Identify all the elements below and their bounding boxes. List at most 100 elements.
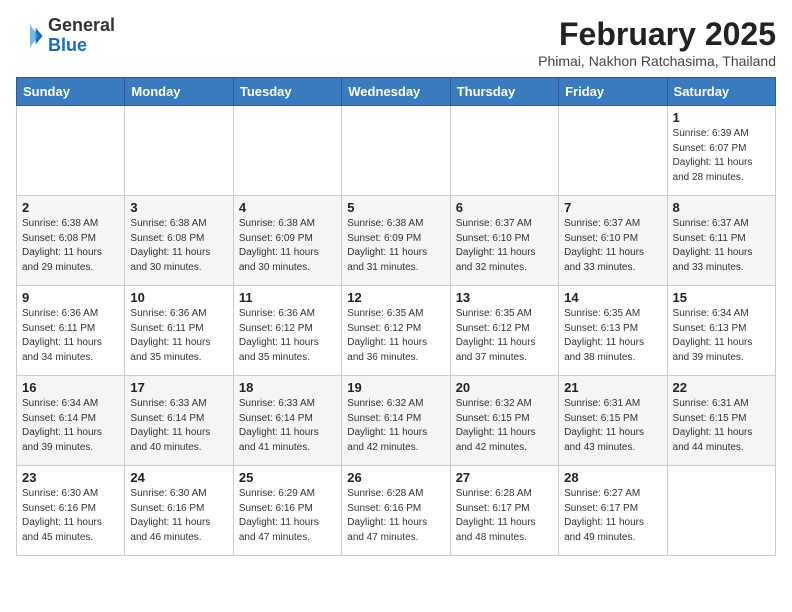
- day-number: 21: [564, 380, 661, 395]
- calendar-cell: [667, 466, 775, 556]
- calendar-cell: 15 Sunrise: 6:34 AM Sunset: 6:13 PM Dayli…: [667, 286, 775, 376]
- calendar-cell: 16 Sunrise: 6:34 AM Sunset: 6:14 PM Dayli…: [17, 376, 125, 466]
- col-tuesday: Tuesday: [233, 78, 341, 106]
- day-number: 16: [22, 380, 119, 395]
- calendar-body: 1 Sunrise: 6:39 AM Sunset: 6:07 PM Daylig…: [17, 106, 776, 556]
- page-header: General Blue February 2025 Phimai, Nakho…: [16, 16, 776, 69]
- day-number: 27: [456, 470, 553, 485]
- day-number: 17: [130, 380, 227, 395]
- calendar-cell: 1 Sunrise: 6:39 AM Sunset: 6:07 PM Daylig…: [667, 106, 775, 196]
- calendar-week-5: 23 Sunrise: 6:30 AM Sunset: 6:16 PM Dayli…: [17, 466, 776, 556]
- day-number: 22: [673, 380, 770, 395]
- day-info: Sunrise: 6:33 AM Sunset: 6:14 PM Dayligh…: [239, 397, 336, 455]
- calendar-cell: 5Sunrise: 6:38 AM Sunset: 6:09 PM Daylig…: [342, 196, 450, 286]
- day-info: Sunrise: 6:34 AM Sunset: 6:14 PM Dayligh…: [22, 397, 119, 455]
- calendar-cell: 14 Sunrise: 6:35 AM Sunset: 6:13 PM Dayli…: [559, 286, 667, 376]
- day-info: Sunrise: 6:38 AM Sunset: 6:09 PM Dayligh…: [239, 217, 336, 275]
- calendar-cell: 9 Sunrise: 6:36 AM Sunset: 6:11 PM Daylig…: [17, 286, 125, 376]
- day-number: 25: [239, 470, 336, 485]
- day-info: Sunrise: 6:36 AM Sunset: 6:11 PM Dayligh…: [130, 307, 227, 365]
- day-number: 28: [564, 470, 661, 485]
- day-number: 24: [130, 470, 227, 485]
- day-info: Sunrise: 6:31 AM Sunset: 6:15 PM Dayligh…: [564, 397, 661, 455]
- day-number: 5: [347, 200, 444, 215]
- calendar-cell: 12 Sunrise: 6:35 AM Sunset: 6:12 PM Dayli…: [342, 286, 450, 376]
- calendar-header: Sunday Monday Tuesday Wednesday Thursday…: [17, 78, 776, 106]
- logo: General Blue: [16, 16, 115, 56]
- calendar-cell: [233, 106, 341, 196]
- logo-general-text: General: [48, 15, 115, 35]
- day-number: 7: [564, 200, 661, 215]
- calendar-cell: 27 Sunrise: 6:28 AM Sunset: 6:17 PM Dayli…: [450, 466, 558, 556]
- calendar-week-3: 9 Sunrise: 6:36 AM Sunset: 6:11 PM Daylig…: [17, 286, 776, 376]
- day-info: Sunrise: 6:30 AM Sunset: 6:16 PM Dayligh…: [22, 487, 119, 545]
- day-info: Sunrise: 6:37 AM Sunset: 6:11 PM Dayligh…: [673, 217, 770, 275]
- day-number: 19: [347, 380, 444, 395]
- month-title: February 2025: [538, 16, 776, 53]
- day-info: Sunrise: 6:36 AM Sunset: 6:11 PM Dayligh…: [22, 307, 119, 365]
- day-info: Sunrise: 6:32 AM Sunset: 6:14 PM Dayligh…: [347, 397, 444, 455]
- calendar-cell: 20Sunrise: 6:32 AM Sunset: 6:15 PM Dayli…: [450, 376, 558, 466]
- day-info: Sunrise: 6:27 AM Sunset: 6:17 PM Dayligh…: [564, 487, 661, 545]
- day-info: Sunrise: 6:38 AM Sunset: 6:08 PM Dayligh…: [22, 217, 119, 275]
- day-number: 15: [673, 290, 770, 305]
- col-friday: Friday: [559, 78, 667, 106]
- day-info: Sunrise: 6:39 AM Sunset: 6:07 PM Dayligh…: [673, 127, 770, 185]
- calendar-cell: 7 Sunrise: 6:37 AM Sunset: 6:10 PM Daylig…: [559, 196, 667, 286]
- day-info: Sunrise: 6:28 AM Sunset: 6:16 PM Dayligh…: [347, 487, 444, 545]
- calendar-cell: 23 Sunrise: 6:30 AM Sunset: 6:16 PM Dayli…: [17, 466, 125, 556]
- day-number: 4: [239, 200, 336, 215]
- location: Phimai, Nakhon Ratchasima, Thailand: [538, 53, 776, 69]
- calendar-cell: 17Sunrise: 6:33 AM Sunset: 6:14 PM Dayli…: [125, 376, 233, 466]
- day-info: Sunrise: 6:29 AM Sunset: 6:16 PM Dayligh…: [239, 487, 336, 545]
- day-info: Sunrise: 6:35 AM Sunset: 6:13 PM Dayligh…: [564, 307, 661, 365]
- day-number: 6: [456, 200, 553, 215]
- calendar-cell: 8Sunrise: 6:37 AM Sunset: 6:11 PM Daylig…: [667, 196, 775, 286]
- day-info: Sunrise: 6:31 AM Sunset: 6:15 PM Dayligh…: [673, 397, 770, 455]
- calendar-cell: [559, 106, 667, 196]
- day-info: Sunrise: 6:28 AM Sunset: 6:17 PM Dayligh…: [456, 487, 553, 545]
- col-sunday: Sunday: [17, 78, 125, 106]
- day-info: Sunrise: 6:37 AM Sunset: 6:10 PM Dayligh…: [456, 217, 553, 275]
- col-monday: Monday: [125, 78, 233, 106]
- calendar-cell: 22 Sunrise: 6:31 AM Sunset: 6:15 PM Dayli…: [667, 376, 775, 466]
- logo-blue-text: Blue: [48, 35, 87, 55]
- calendar-cell: [450, 106, 558, 196]
- day-info: Sunrise: 6:36 AM Sunset: 6:12 PM Dayligh…: [239, 307, 336, 365]
- calendar-cell: 26Sunrise: 6:28 AM Sunset: 6:16 PM Dayli…: [342, 466, 450, 556]
- day-number: 9: [22, 290, 119, 305]
- day-info: Sunrise: 6:30 AM Sunset: 6:16 PM Dayligh…: [130, 487, 227, 545]
- day-number: 3: [130, 200, 227, 215]
- col-wednesday: Wednesday: [342, 78, 450, 106]
- calendar-cell: 24 Sunrise: 6:30 AM Sunset: 6:16 PM Dayli…: [125, 466, 233, 556]
- calendar-cell: [125, 106, 233, 196]
- day-number: 23: [22, 470, 119, 485]
- col-saturday: Saturday: [667, 78, 775, 106]
- day-number: 1: [673, 110, 770, 125]
- calendar-cell: 11 Sunrise: 6:36 AM Sunset: 6:12 PM Dayli…: [233, 286, 341, 376]
- calendar-cell: 25 Sunrise: 6:29 AM Sunset: 6:16 PM Dayli…: [233, 466, 341, 556]
- calendar-cell: [17, 106, 125, 196]
- calendar-cell: 13Sunrise: 6:35 AM Sunset: 6:12 PM Dayli…: [450, 286, 558, 376]
- day-info: Sunrise: 6:38 AM Sunset: 6:08 PM Dayligh…: [130, 217, 227, 275]
- logo-icon: [16, 22, 44, 50]
- day-number: 13: [456, 290, 553, 305]
- calendar-table: Sunday Monday Tuesday Wednesday Thursday…: [16, 77, 776, 556]
- calendar-cell: 10Sunrise: 6:36 AM Sunset: 6:11 PM Dayli…: [125, 286, 233, 376]
- calendar-cell: 18 Sunrise: 6:33 AM Sunset: 6:14 PM Dayli…: [233, 376, 341, 466]
- col-thursday: Thursday: [450, 78, 558, 106]
- day-number: 14: [564, 290, 661, 305]
- day-number: 12: [347, 290, 444, 305]
- day-info: Sunrise: 6:35 AM Sunset: 6:12 PM Dayligh…: [347, 307, 444, 365]
- calendar-week-4: 16 Sunrise: 6:34 AM Sunset: 6:14 PM Dayli…: [17, 376, 776, 466]
- day-info: Sunrise: 6:37 AM Sunset: 6:10 PM Dayligh…: [564, 217, 661, 275]
- calendar-cell: 19 Sunrise: 6:32 AM Sunset: 6:14 PM Dayli…: [342, 376, 450, 466]
- day-number: 11: [239, 290, 336, 305]
- calendar-cell: 2Sunrise: 6:38 AM Sunset: 6:08 PM Daylig…: [17, 196, 125, 286]
- calendar-week-2: 2Sunrise: 6:38 AM Sunset: 6:08 PM Daylig…: [17, 196, 776, 286]
- day-number: 18: [239, 380, 336, 395]
- header-row: Sunday Monday Tuesday Wednesday Thursday…: [17, 78, 776, 106]
- calendar-cell: 3 Sunrise: 6:38 AM Sunset: 6:08 PM Daylig…: [125, 196, 233, 286]
- day-number: 20: [456, 380, 553, 395]
- day-info: Sunrise: 6:34 AM Sunset: 6:13 PM Dayligh…: [673, 307, 770, 365]
